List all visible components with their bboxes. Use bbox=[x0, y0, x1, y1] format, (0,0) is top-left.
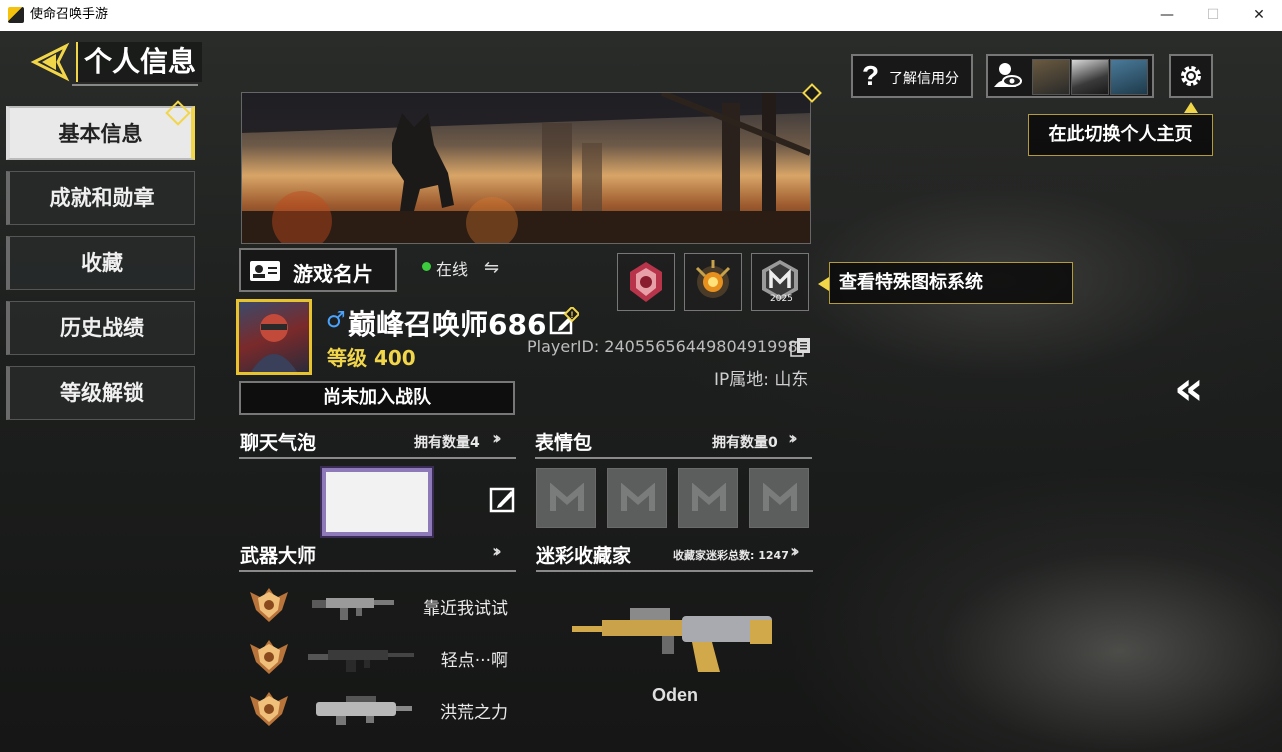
question-icon: ? bbox=[862, 60, 880, 91]
visitor-eye-icon bbox=[994, 63, 1022, 87]
edit-bubble-icon[interactable] bbox=[489, 485, 517, 513]
badge-slot-2[interactable] bbox=[684, 253, 742, 311]
avatar[interactable] bbox=[236, 299, 312, 375]
emotes-divider bbox=[535, 457, 812, 459]
emote-placeholder-icon bbox=[692, 483, 726, 511]
nav-item-level-unlock[interactable]: 等级解锁 bbox=[6, 366, 195, 420]
badge-system-tip: 查看特殊图标系统 bbox=[829, 262, 1073, 304]
weapon-master-more-icon[interactable]: ›› bbox=[492, 541, 502, 562]
level-label: 等级 bbox=[327, 346, 367, 370]
nav-item-achievements[interactable]: 成就和勋章 bbox=[6, 171, 195, 225]
visitors-panel[interactable] bbox=[986, 54, 1154, 98]
collapse-panel-icon[interactable]: « bbox=[1174, 361, 1203, 415]
camo-collector-more-icon[interactable]: ›› bbox=[790, 541, 800, 562]
weapon-medal-icon bbox=[250, 588, 288, 622]
weapon-master-row[interactable]: 轻点···啊 bbox=[246, 634, 516, 678]
crest-badge-icon bbox=[630, 262, 662, 302]
page-title: 个人信息 bbox=[76, 42, 203, 82]
emotes-count[interactable]: 拥有数量0 bbox=[712, 432, 778, 452]
visitor-avatar-1[interactable] bbox=[1032, 59, 1070, 95]
gear-icon bbox=[1181, 66, 1201, 86]
close-button[interactable]: ✕ bbox=[1236, 0, 1282, 31]
avatar-art bbox=[251, 314, 297, 372]
camo-collector-count[interactable]: 收藏家迷彩总数: 1247 bbox=[673, 547, 789, 563]
game-viewport: 个人信息 基本信息 成就和勋章 收藏 历史战绩 等级解锁 游戏名片 在线 ⇋ 2… bbox=[0, 31, 1282, 752]
credit-score-label: 了解信用分 bbox=[889, 71, 959, 87]
player-level: 等级 400 bbox=[327, 342, 416, 371]
emote-slot[interactable] bbox=[678, 468, 738, 528]
camo-collector-title: 迷彩收藏家 bbox=[536, 545, 632, 567]
badge-tip-arrow bbox=[818, 277, 829, 291]
weapon-name: 轻点···啊 bbox=[440, 651, 508, 671]
swap-status-icon[interactable]: ⇋ bbox=[484, 257, 499, 278]
game-card-button[interactable]: 游戏名片 bbox=[239, 248, 397, 292]
window-title: 使命召唤手游 bbox=[30, 7, 109, 22]
chat-bubble-count[interactable]: 拥有数量4 bbox=[414, 432, 480, 452]
bullpup-weapon-icon bbox=[316, 696, 412, 725]
switch-profile-tip: 在此切换个人主页 bbox=[1028, 114, 1213, 156]
visitor-avatar-3[interactable] bbox=[1110, 59, 1148, 95]
emote-placeholder-icon bbox=[763, 483, 797, 511]
weapon-master-title: 武器大师 bbox=[240, 545, 317, 567]
rifle-weapon-icon bbox=[308, 650, 414, 672]
camo-weapon-image[interactable] bbox=[570, 600, 780, 680]
flame-badge-icon bbox=[695, 260, 731, 298]
profile-banner[interactable] bbox=[241, 92, 811, 244]
weapon-master-row[interactable]: 靠近我试试 bbox=[246, 582, 516, 626]
emote-placeholder-icon bbox=[550, 483, 584, 511]
app-icon bbox=[8, 7, 24, 23]
id-card-icon bbox=[250, 261, 280, 281]
settings-button[interactable] bbox=[1169, 54, 1213, 98]
chat-bubble-divider bbox=[239, 457, 516, 459]
banner-art bbox=[242, 93, 810, 243]
chat-bubble-more-icon[interactable]: ›› bbox=[492, 428, 502, 449]
player-name: 巅峰召唤师686 bbox=[348, 308, 547, 341]
weapon-name: 洪荒之力 bbox=[440, 703, 508, 723]
emote-placeholder-icon bbox=[621, 483, 655, 511]
weapon-medal-icon bbox=[250, 640, 288, 674]
player-id: PlayerID: 2405565644980491998 bbox=[527, 337, 798, 356]
camo-weapon-name: Oden bbox=[652, 685, 699, 705]
badge-slot-1[interactable] bbox=[617, 253, 675, 311]
credit-score-button[interactable]: ? 了解信用分 bbox=[851, 54, 973, 98]
window-titlebar: 使命召唤手游 — ☐ ✕ bbox=[0, 0, 1282, 32]
chat-bubble-title: 聊天气泡 bbox=[240, 432, 317, 454]
edit-name-icon[interactable]: ! bbox=[549, 307, 579, 337]
weapon-master-row[interactable]: 洪荒之力 bbox=[246, 686, 516, 730]
online-status-text: 在线 bbox=[436, 260, 469, 279]
maximize-button[interactable]: ☐ bbox=[1190, 0, 1236, 31]
back-arrow-icon[interactable] bbox=[30, 42, 70, 82]
badge-year-label: 2025 bbox=[770, 294, 793, 304]
chat-bubble-preview[interactable] bbox=[322, 468, 432, 536]
weapon-master-divider bbox=[239, 570, 516, 572]
title-underline bbox=[72, 84, 198, 86]
emote-slot[interactable] bbox=[749, 468, 809, 528]
online-status-dot bbox=[422, 262, 431, 271]
minimize-button[interactable]: — bbox=[1144, 0, 1190, 31]
smg-weapon-icon bbox=[312, 598, 394, 620]
emote-slot[interactable] bbox=[536, 468, 596, 528]
team-button[interactable]: 尚未加入战队 bbox=[239, 381, 515, 415]
level-value: 400 bbox=[373, 346, 416, 370]
nav-item-collection[interactable]: 收藏 bbox=[6, 236, 195, 290]
camo-collector-divider bbox=[536, 570, 813, 572]
copy-id-icon[interactable] bbox=[790, 337, 812, 357]
nav-item-match-history[interactable]: 历史战绩 bbox=[6, 301, 195, 355]
svg-text:!: ! bbox=[571, 310, 574, 320]
visitor-avatar-2[interactable] bbox=[1071, 59, 1109, 95]
ip-location: IP属地: 山东 bbox=[714, 370, 809, 390]
weapon-name: 靠近我试试 bbox=[423, 599, 508, 619]
gender-male-icon: ♂ bbox=[326, 308, 346, 333]
emotes-more-icon[interactable]: ›› bbox=[788, 428, 798, 449]
emotes-title: 表情包 bbox=[535, 432, 593, 454]
switch-tip-arrow bbox=[1184, 102, 1198, 113]
badge-slot-3[interactable]: 2025 bbox=[751, 253, 809, 311]
weapon-medal-icon bbox=[250, 692, 288, 726]
game-card-label: 游戏名片 bbox=[293, 262, 373, 286]
emote-slot[interactable] bbox=[607, 468, 667, 528]
